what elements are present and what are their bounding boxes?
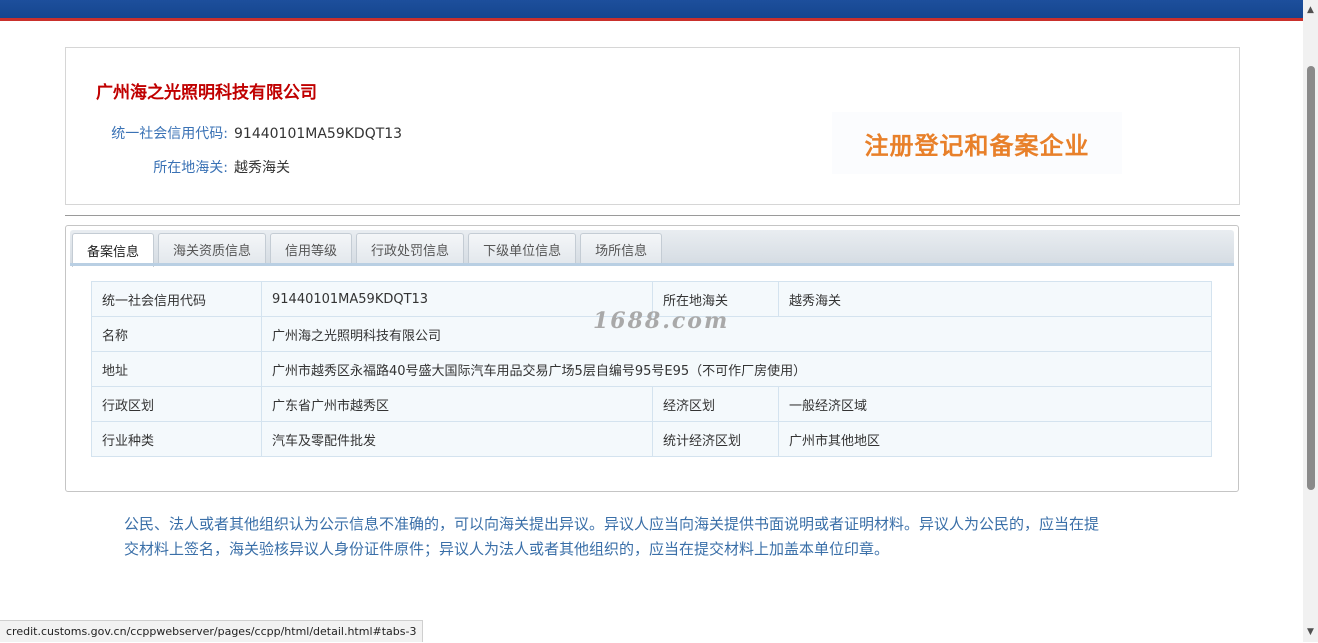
- objection-notice: 公民、法人或者其他组织认为公示信息不准确的，可以向海关提出异议。异议人应当向海关…: [124, 512, 1184, 562]
- cell-label: 行政区划: [91, 386, 262, 422]
- divider: [65, 215, 1240, 216]
- notice-line: 公民、法人或者其他组织认为公示信息不准确的，可以向海关提出异议。异议人应当向海关…: [124, 515, 1100, 533]
- credit-code-row: 统一社会信用代码: 91440101MA59KDQT13: [98, 123, 402, 143]
- cell-value: 越秀海关: [778, 281, 1212, 317]
- status-bar-url: credit.customs.gov.cn/ccppwebserver/page…: [0, 620, 424, 642]
- tab-strip: 备案信息 海关资质信息 信用等级 行政处罚信息 下级单位信息 场所信息: [70, 230, 1234, 267]
- notice-line: 交材料上签名，海关验核异议人身份证件原件；异议人为法人或者其他组织的，应当在提交…: [124, 540, 890, 558]
- cell-label: 地址: [91, 351, 262, 387]
- cell-value: 广东省广州市越秀区: [261, 386, 653, 422]
- registration-status-stamp: 注册登记和备案企业: [832, 112, 1122, 174]
- customs-value: 越秀海关: [234, 160, 290, 176]
- cell-value: 广州市越秀区永福路40号盛大国际汽车用品交易广场5层自编号95号E95（不可作厂…: [261, 351, 1212, 387]
- company-summary-box: 广州海之光照明科技有限公司 统一社会信用代码: 91440101MA59KDQT1…: [65, 47, 1240, 205]
- customs-label: 所在地海关:: [153, 160, 228, 176]
- scroll-down-icon[interactable]: ▼: [1303, 624, 1318, 640]
- table-row: 行业种类 汽车及零配件批发 统计经济区划 广州市其他地区: [91, 421, 1212, 457]
- tab-subordinate-units[interactable]: 下级单位信息: [468, 233, 577, 265]
- watermark: 1688.com: [593, 308, 730, 334]
- tab-customs-qualification[interactable]: 海关资质信息: [158, 233, 267, 265]
- credit-code-value: 91440101MA59KDQT13: [234, 126, 403, 142]
- scroll-up-icon[interactable]: ▲: [1303, 2, 1318, 18]
- table-row: 地址 广州市越秀区永福路40号盛大国际汽车用品交易广场5层自编号95号E95（不…: [91, 351, 1212, 387]
- tab-list: 备案信息 海关资质信息 信用等级 行政处罚信息 下级单位信息 场所信息: [72, 233, 663, 267]
- cell-label: 名称: [91, 316, 262, 352]
- tab-filing-info[interactable]: 备案信息: [72, 233, 155, 267]
- tab-site-info[interactable]: 场所信息: [580, 233, 663, 265]
- scrollbar-thumb[interactable]: [1307, 66, 1315, 490]
- cell-label: 统一社会信用代码: [91, 281, 262, 317]
- top-header-bar: [0, 0, 1303, 21]
- cell-value: 广州市其他地区: [778, 421, 1212, 457]
- cell-value: 一般经济区域: [778, 386, 1212, 422]
- tab-administrative-penalty[interactable]: 行政处罚信息: [356, 233, 465, 265]
- cell-value: 广州海之光照明科技有限公司: [261, 316, 1212, 352]
- cell-label: 经济区划: [652, 386, 779, 422]
- credit-code-label: 统一社会信用代码:: [111, 126, 228, 142]
- cell-value: 汽车及零配件批发: [261, 421, 653, 457]
- customs-row: 所在地海关: 越秀海关: [98, 157, 290, 177]
- cell-label: 行业种类: [91, 421, 262, 457]
- tab-credit-rating[interactable]: 信用等级: [270, 233, 353, 265]
- tab-strip-underline: [70, 263, 1234, 266]
- company-name: 广州海之光照明科技有限公司: [96, 83, 317, 103]
- cell-label: 统计经济区划: [652, 421, 779, 457]
- vertical-scrollbar[interactable]: ▲ ▼: [1303, 0, 1318, 642]
- tab-panel: 备案信息 海关资质信息 信用等级 行政处罚信息 下级单位信息 场所信息 统一社会…: [65, 225, 1239, 492]
- table-row: 行政区划 广东省广州市越秀区 经济区划 一般经济区域: [91, 386, 1212, 422]
